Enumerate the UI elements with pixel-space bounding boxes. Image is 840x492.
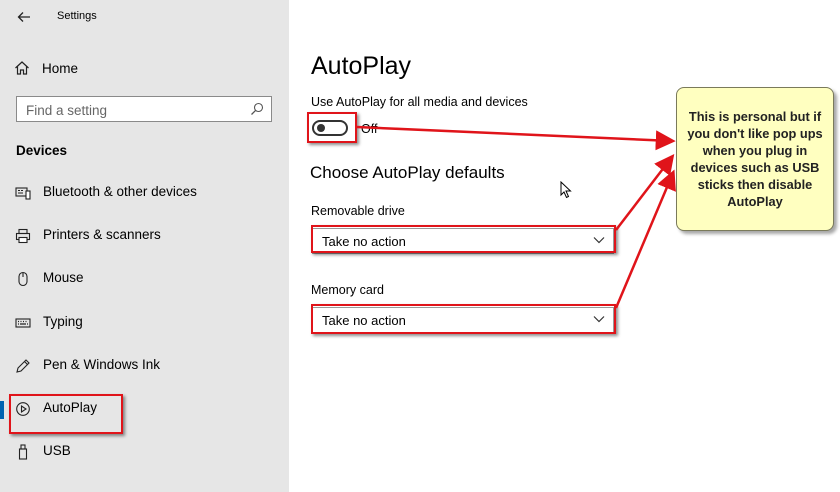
selected-indicator <box>0 401 4 419</box>
sidebar-item-bluetooth[interactable]: Bluetooth & other devices <box>0 175 289 211</box>
autoplay-toggle-label: Use AutoPlay for all media and devices <box>311 95 528 109</box>
sidebar-item-printers[interactable]: Printers & scanners <box>0 218 289 254</box>
sidebar-item-label: Printers & scanners <box>43 227 161 242</box>
app-title: Settings <box>57 10 97 22</box>
keyboard-icon <box>15 315 31 331</box>
sidebar-item-label: Mouse <box>43 270 84 285</box>
back-arrow-icon <box>17 12 30 22</box>
search-box[interactable] <box>16 96 272 122</box>
pen-icon <box>15 358 31 374</box>
dropdown-value: Take no action <box>322 234 406 249</box>
chevron-down-icon <box>593 316 605 323</box>
main-content: AutoPlay Use AutoPlay for all media and … <box>289 0 840 492</box>
home-label: Home <box>42 60 79 76</box>
home-link[interactable]: Home <box>14 58 78 78</box>
sidebar-item-usb[interactable]: USB <box>0 434 289 470</box>
sidebar-item-autoplay[interactable]: AutoPlay <box>0 391 289 427</box>
sidebar: Settings Home Devices Bluetooth & other … <box>0 0 289 492</box>
removable-drive-dropdown[interactable]: Take no action <box>312 228 614 254</box>
printer-icon <box>15 228 31 244</box>
page-title: AutoPlay <box>311 52 412 80</box>
annotation-text: This is personal but if you don't like p… <box>687 109 823 209</box>
section-heading-devices: Devices <box>16 143 68 158</box>
sidebar-item-label: USB <box>43 443 71 458</box>
sidebar-item-pen[interactable]: Pen & Windows Ink <box>0 348 289 384</box>
search-icon[interactable] <box>250 102 264 116</box>
sidebar-item-label: Pen & Windows Ink <box>43 357 161 372</box>
home-icon <box>15 61 29 75</box>
back-button[interactable] <box>12 6 36 28</box>
mouse-cursor-icon <box>560 181 572 199</box>
sidebar-item-typing[interactable]: Typing <box>0 305 289 341</box>
removable-drive-label: Removable drive <box>311 204 405 218</box>
toggle-knob <box>317 124 325 132</box>
defaults-heading: Choose AutoPlay defaults <box>310 163 505 182</box>
sidebar-item-mouse[interactable]: Mouse <box>0 261 289 297</box>
memory-card-dropdown[interactable]: Take no action <box>312 307 614 333</box>
autoplay-toggle[interactable] <box>312 120 348 136</box>
annotation-callout: This is personal but if you don't like p… <box>676 87 834 231</box>
sidebar-item-label: AutoPlay <box>43 400 98 415</box>
sidebar-item-label: Bluetooth & other devices <box>43 184 197 199</box>
chevron-down-icon <box>593 237 605 244</box>
memory-card-label: Memory card <box>311 283 384 297</box>
sidebar-item-label: Typing <box>43 314 83 329</box>
search-input[interactable] <box>26 101 246 119</box>
dropdown-value: Take no action <box>322 313 406 328</box>
bluetooth-devices-icon <box>15 185 31 201</box>
mouse-icon <box>15 271 31 287</box>
usb-icon <box>15 444 31 460</box>
toggle-state-text: Off <box>361 122 378 136</box>
autoplay-icon <box>15 401 31 417</box>
